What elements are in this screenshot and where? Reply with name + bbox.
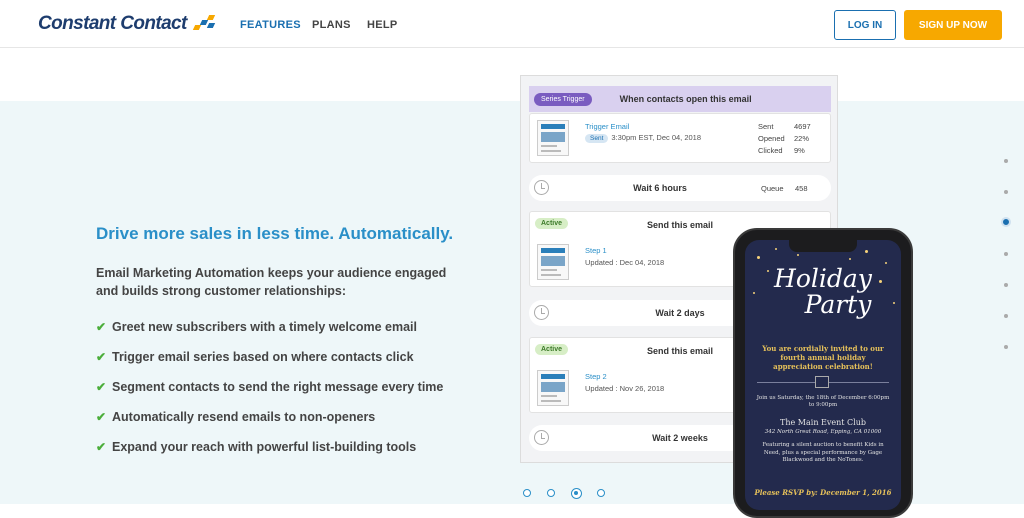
- stat-value: 9%: [794, 146, 805, 155]
- email-thumbnail: [537, 370, 569, 406]
- carousel-dot-active[interactable]: [571, 488, 582, 499]
- section-dot-active[interactable]: [1001, 217, 1011, 227]
- carousel-dot[interactable]: [597, 489, 605, 497]
- venue-name: The Main Event Club: [780, 418, 866, 427]
- venue-address: 342 North Great Road, Epping, CA 01000: [764, 429, 882, 435]
- check-icon: ✔: [96, 410, 107, 424]
- section-dot[interactable]: [1004, 252, 1008, 256]
- stat-value: 4697: [794, 122, 811, 131]
- feature-item: ✔ Trigger email series based on where con…: [96, 350, 414, 364]
- check-icon: ✔: [96, 320, 107, 334]
- section-dot[interactable]: [1004, 314, 1008, 318]
- section-dot[interactable]: [1004, 283, 1008, 287]
- logo-text: Constant Contact: [38, 13, 187, 34]
- updated-date: Updated : Dec 04, 2018: [585, 258, 665, 267]
- series-trigger-header: Series Trigger When contacts open this e…: [529, 86, 831, 112]
- stat-label: Clicked: [758, 146, 783, 155]
- event-details: Featuring a silent auction to benefit Ki…: [762, 442, 884, 463]
- sent-time: 3:30pm EST, Dec 04, 2018: [611, 133, 702, 142]
- email-thumbnail: [537, 244, 569, 280]
- phone-screen: Holiday Party You are cordially invited …: [745, 240, 901, 510]
- login-button[interactable]: LOG IN: [834, 10, 896, 40]
- sent-badge: Sent: [585, 134, 609, 143]
- section-dot[interactable]: [1004, 159, 1008, 163]
- check-icon: ✔: [96, 350, 107, 364]
- nav-features-link[interactable]: FEATURES: [240, 19, 301, 31]
- trigger-email-link[interactable]: Trigger Email: [585, 122, 629, 131]
- stat-label: Opened: [758, 134, 785, 143]
- brand-logo[interactable]: Constant Contact: [38, 13, 218, 35]
- wait-step: Wait 6 hours Queue 458: [529, 175, 831, 201]
- holiday-party-title: Holiday Party: [774, 264, 872, 319]
- feature-item: ✔ Greet new subscribers with a timely wel…: [96, 320, 417, 334]
- updated-date: Updated : Nov 26, 2018: [585, 384, 665, 393]
- hero-headline: Drive more sales in less time. Automatic…: [96, 224, 454, 243]
- event-date-text: Join us Saturday, the 18th of December 6…: [756, 395, 890, 408]
- queue-value: 458: [795, 184, 808, 193]
- trigger-title: When contacts open this email: [619, 94, 752, 104]
- step-link[interactable]: Step 1: [585, 246, 607, 255]
- phone-mockup: Holiday Party You are cordially invited …: [733, 228, 913, 518]
- stat-value: 22%: [794, 134, 810, 143]
- check-icon: ✔: [96, 440, 107, 454]
- nav-plans-link[interactable]: PLANS: [312, 19, 351, 31]
- feature-item: ✔ Expand your reach with powerful list-bu…: [96, 440, 417, 454]
- series-trigger-badge: Series Trigger: [534, 92, 592, 106]
- hero-intro: Email Marketing Automation keeps your au…: [96, 266, 447, 298]
- trigger-email-card: Trigger Email Sent 3:30pm EST, Dec 04, 20…: [529, 113, 831, 163]
- section-dot[interactable]: [1004, 190, 1008, 194]
- check-icon: ✔: [96, 380, 107, 394]
- signup-button[interactable]: SIGN UP NOW: [904, 10, 1002, 40]
- queue-label: Queue: [761, 184, 784, 193]
- section-dot[interactable]: [1004, 345, 1008, 349]
- phone-notch: [789, 240, 857, 252]
- stat-label: Sent: [758, 122, 774, 131]
- feature-item: ✔ Automatically resend emails to non-open…: [96, 410, 376, 424]
- rsvp-text: Please RSVP by: December 1, 2016: [754, 488, 892, 497]
- logo-mark-icon: [190, 15, 218, 33]
- invite-text: You are cordially invited to our fourth …: [762, 344, 884, 371]
- nav-help-link[interactable]: HELP: [367, 19, 398, 31]
- step-link[interactable]: Step 2: [585, 372, 607, 381]
- calendar-icon: [815, 376, 829, 388]
- feature-list: ✔ Greet new subscribers with a timely wel…: [96, 320, 443, 470]
- feature-item: ✔ Segment contacts to send the right mess…: [96, 380, 444, 394]
- top-nav: Constant Contact FEATURES PLANS HELP LOG…: [0, 0, 1024, 48]
- email-thumbnail: [537, 120, 569, 156]
- carousel-dot[interactable]: [523, 489, 531, 497]
- carousel-dot[interactable]: [547, 489, 555, 497]
